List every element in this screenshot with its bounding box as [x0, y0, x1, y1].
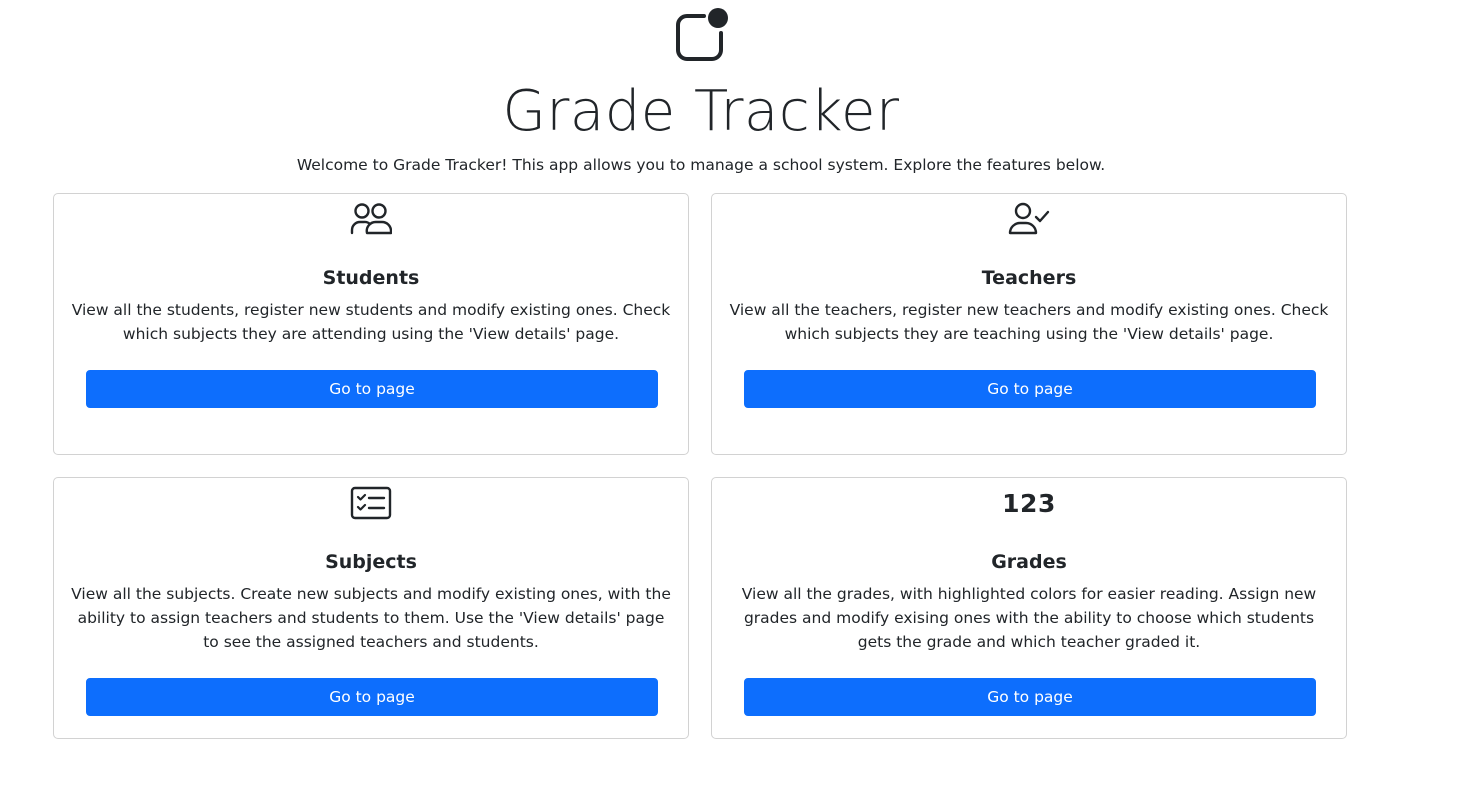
subjects-card: Subjects View all the subjects. Create n…	[53, 477, 689, 739]
card-description: View all the students, register new stud…	[71, 301, 671, 343]
card-description: View all the grades, with highlighted co…	[741, 585, 1317, 651]
app-logo-icon	[676, 8, 728, 61]
teachers-card: Teachers View all the teachers, register…	[711, 193, 1347, 455]
grades-go-button[interactable]: Go to page	[744, 678, 1316, 716]
number-123-icon: 123	[712, 486, 1346, 520]
card-description: View all the subjects. Create new subjec…	[71, 585, 671, 651]
person-check-icon	[712, 202, 1346, 236]
home-page: Grade Tracker Welcome to Grade Tracker! …	[0, 0, 1481, 797]
card-title: Teachers	[981, 267, 1077, 289]
people-icon	[54, 202, 688, 236]
card-title: Grades	[991, 551, 1067, 573]
page-title: Grade Tracker	[502, 79, 900, 144]
number-123-text: 123	[1002, 488, 1056, 518]
students-go-button[interactable]: Go to page	[86, 370, 658, 408]
intro-text: Welcome to Grade Tracker! This app allow…	[296, 156, 1106, 174]
grades-card: 123 Grades View all the grades, with hig…	[711, 477, 1347, 739]
card-description: View all the teachers, register new teac…	[729, 301, 1329, 343]
subjects-go-button[interactable]: Go to page	[86, 678, 658, 716]
card-title: Subjects	[325, 551, 417, 573]
students-card: Students View all the students, register…	[53, 193, 689, 455]
card-title: Students	[322, 267, 420, 289]
card-checklist-icon	[54, 486, 688, 520]
teachers-go-button[interactable]: Go to page	[744, 370, 1316, 408]
